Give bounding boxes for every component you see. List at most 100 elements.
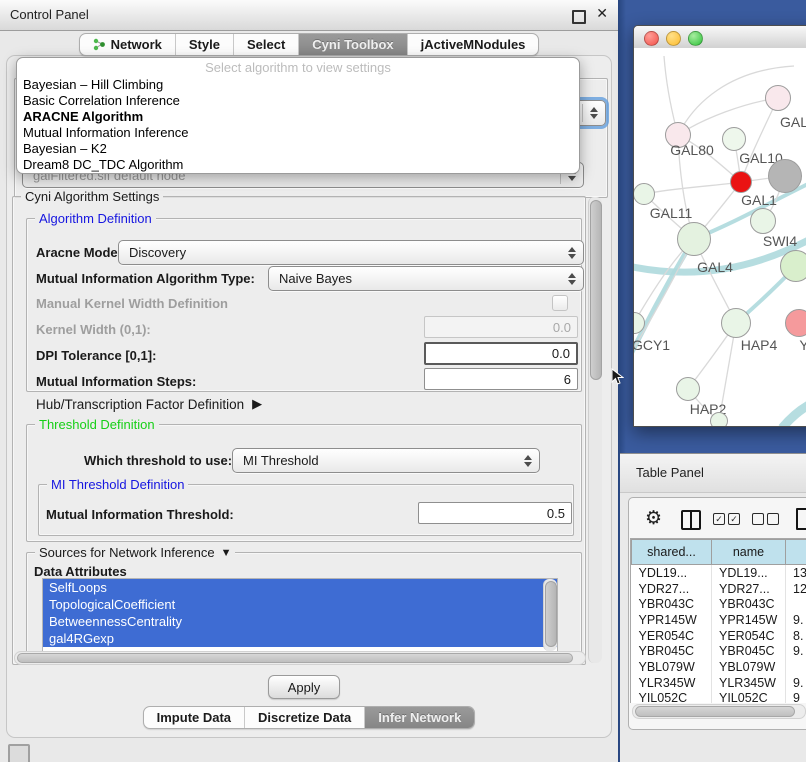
node[interactable] (768, 159, 802, 193)
mi-steps-field[interactable]: 6 (424, 368, 578, 390)
node-label: GAL80 (670, 142, 714, 158)
table-cell: 9. (786, 612, 806, 628)
attribute-item[interactable]: SelfLoops (43, 579, 557, 596)
control-panel-title: Control Panel (10, 7, 89, 22)
manual-kernel-label: Manual Kernel Width Definition (36, 296, 228, 311)
tab-discretize-data[interactable]: Discretize Data (244, 707, 364, 728)
attribute-item[interactable]: gal4RGexp (43, 630, 557, 647)
node[interactable] (780, 250, 806, 282)
table-panel-title: Table Panel (636, 465, 704, 480)
close-traffic-light-icon[interactable] (644, 31, 659, 46)
table-row[interactable]: YBR043CYBR043C (632, 596, 806, 612)
node[interactable] (730, 171, 752, 193)
tab-infer-network[interactable]: Infer Network (364, 707, 474, 728)
table-cell: 9 (786, 691, 806, 704)
network-canvas[interactable]: GAL80GAL10GAL11SWI4GAL4GCY1HAP4YHAP2GALG… (634, 48, 806, 426)
node-gal11[interactable] (633, 183, 655, 205)
mi-type-combobox[interactable]: Naive Bayes (268, 266, 584, 291)
hub-definition-expander[interactable]: Hub/Transcription Factor Definition ▶ (36, 396, 262, 412)
which-threshold-combobox[interactable]: MI Threshold (232, 448, 540, 473)
table-row[interactable]: YLR345WYLR345W9. (632, 675, 806, 691)
network-icon (93, 38, 106, 51)
node-table[interactable]: shared...nameA YDL19...YDL19...13YDR27..… (630, 538, 806, 703)
table-cell: YER054C (632, 628, 712, 644)
table-row[interactable]: YIL052CYIL052C9 (632, 691, 806, 704)
node[interactable] (765, 85, 791, 111)
table-cell: 13 (786, 565, 806, 581)
tab-style[interactable]: Style (175, 34, 233, 55)
tab-select[interactable]: Select (233, 34, 298, 55)
aracne-mode-label: Aracne Mode: (36, 245, 122, 260)
table-cell: YIL052C (712, 691, 786, 704)
attributes-scrollbar[interactable] (543, 579, 557, 651)
node[interactable] (710, 412, 728, 427)
table-cell (786, 659, 806, 675)
tab-impute-data[interactable]: Impute Data (144, 707, 244, 728)
table-row[interactable]: YDL19...YDL19...13 (632, 565, 806, 581)
zoom-traffic-light-icon[interactable] (688, 31, 703, 46)
apply-button[interactable]: Apply (268, 675, 340, 699)
algorithm-option[interactable]: Mutual Information Inference (17, 125, 579, 141)
table-row[interactable]: YBR045CYBR045C9. (632, 643, 806, 659)
threshold-definition-title: Threshold Definition (35, 417, 159, 432)
float-window-icon[interactable] (572, 10, 586, 24)
column-header[interactable]: shared... (632, 540, 712, 565)
settings-scrollbar[interactable] (588, 197, 602, 663)
node-y[interactable] (785, 309, 806, 337)
algorithm-option[interactable]: Basic Correlation Inference (17, 93, 579, 109)
table-cell: YDL19... (632, 565, 712, 581)
algorithm-option[interactable]: Bayesian – K2 (17, 141, 579, 157)
attribute-item[interactable]: TopologicalCoefficient (43, 596, 557, 613)
algorithm-dropdown-popup: Select algorithm to view settings Bayesi… (16, 57, 580, 174)
table-h-scrollbar[interactable] (632, 704, 806, 719)
kernel-width-field[interactable]: 0.0 (424, 316, 578, 338)
select-all-checkboxes-icon[interactable]: ✓✓ (713, 513, 740, 525)
column-header[interactable]: name (712, 540, 786, 565)
node-label: Y (799, 337, 806, 353)
minimize-traffic-light-icon[interactable] (666, 31, 681, 46)
mi-threshold-field[interactable]: 0.5 (418, 502, 572, 524)
algorithm-option[interactable]: Dream8 DC_TDC Algorithm (17, 157, 579, 173)
node-label: GAL11 (650, 205, 693, 221)
manual-kernel-checkbox[interactable] (552, 295, 568, 311)
node-gal4[interactable] (677, 222, 711, 256)
collapse-down-icon[interactable]: ▼ (221, 547, 232, 559)
table-row[interactable]: YDR27...YDR27...12 (632, 581, 806, 597)
table-row[interactable]: YER054CYER054C8. (632, 628, 806, 644)
node-swi4[interactable] (750, 208, 776, 234)
deselect-all-checkboxes-icon[interactable] (752, 513, 779, 525)
tab-jactivemnodules[interactable]: jActiveMNodules (407, 34, 539, 55)
network-window-titlebar[interactable] (634, 26, 806, 49)
columns-icon[interactable] (681, 510, 701, 530)
algorithm-option[interactable]: ARACNE Algorithm (17, 109, 579, 125)
which-threshold-label: Which threshold to use: (84, 453, 232, 468)
node-hap4[interactable] (721, 308, 751, 338)
network-view-window[interactable]: GAL80GAL10GAL11SWI4GAL4GCY1HAP4YHAP2GALG… (633, 25, 806, 427)
gear-icon[interactable]: ⚙ (645, 509, 662, 528)
table-cell: YDR27... (712, 581, 786, 597)
table-cell: YIL052C (632, 691, 712, 704)
import-table-icon[interactable] (796, 508, 806, 530)
dpi-tolerance-field[interactable]: 0.0 (424, 342, 578, 365)
tab-cyni-toolbox[interactable]: Cyni Toolbox (298, 34, 406, 55)
algorithm-option[interactable]: Bayesian – Hill Climbing (17, 77, 579, 93)
bottom-tabbar: Impute DataDiscretize DataInfer Network (0, 706, 618, 729)
table-row[interactable]: YBL079WYBL079W (632, 659, 806, 675)
collapsed-panel-handle[interactable] (8, 744, 30, 762)
expand-right-icon: ▶ (252, 396, 262, 412)
tab-network[interactable]: Network (80, 34, 175, 55)
attribute-item[interactable]: BetweennessCentrality (43, 613, 557, 630)
node-label: GAL (780, 114, 806, 130)
hub-definition-label: Hub/Transcription Factor Definition (36, 397, 244, 412)
data-attributes-list[interactable]: SelfLoopsTopologicalCoefficientBetweenne… (42, 578, 558, 652)
table-row[interactable]: YPR145WYPR145W9. (632, 612, 806, 628)
close-icon[interactable]: ✕ (596, 5, 608, 22)
node-label: HAP4 (741, 337, 778, 353)
aracne-mode-combobox[interactable]: Discovery (118, 240, 584, 265)
table-cell: YPR145W (712, 612, 786, 628)
column-header[interactable]: A (786, 540, 806, 565)
node-hap2[interactable] (676, 377, 700, 401)
node-gal10[interactable] (722, 127, 746, 151)
settings-h-scrollbar[interactable] (14, 651, 586, 665)
table-cell: YLR345W (712, 675, 786, 691)
